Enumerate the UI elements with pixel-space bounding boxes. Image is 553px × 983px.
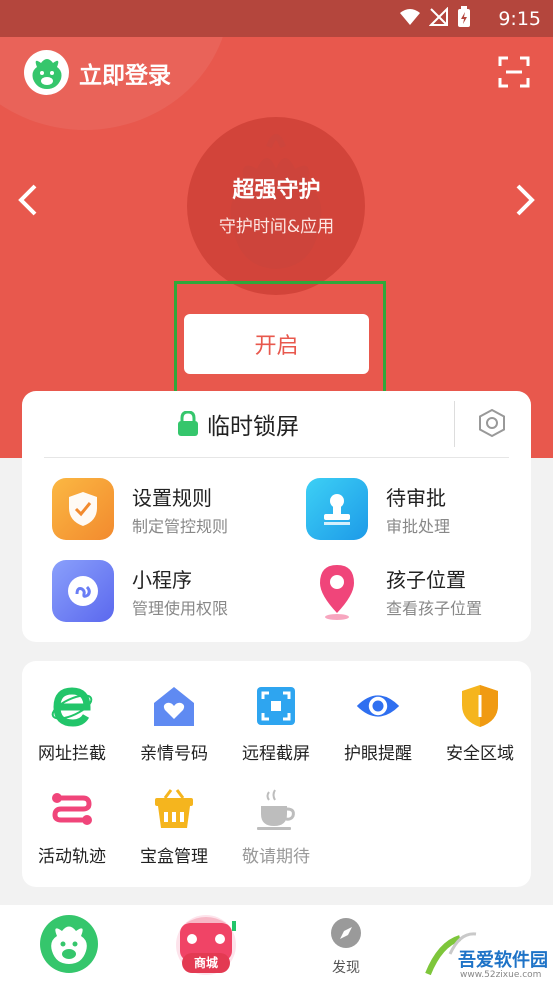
basket-icon xyxy=(151,786,197,832)
mall-label: 商城 xyxy=(182,953,230,973)
scan-button[interactable] xyxy=(498,56,530,88)
tool-activity-track[interactable]: 活动轨迹 xyxy=(22,786,122,876)
discover-label: 发现 xyxy=(332,960,360,976)
tool-url-block[interactable]: 网址拦截 xyxy=(22,683,122,773)
lock-settings-button[interactable] xyxy=(477,408,507,438)
lock-icon xyxy=(178,411,198,436)
hexagon-settings-icon xyxy=(479,408,505,438)
stamp-icon xyxy=(306,478,368,540)
track-icon xyxy=(49,786,95,832)
tool-label: 护眼提醒 xyxy=(344,744,412,764)
status-icons xyxy=(399,6,471,28)
battery-icon xyxy=(458,6,470,27)
avatar[interactable] xyxy=(24,50,69,95)
shield-icon xyxy=(457,683,503,729)
tool-eye-care[interactable]: 护眼提醒 xyxy=(328,683,428,773)
tool-label: 活动轨迹 xyxy=(38,847,106,867)
nav-discover-button[interactable]: 发现 xyxy=(318,917,374,977)
shield-check-icon xyxy=(52,478,114,540)
tool-safe-zone[interactable]: 安全区域 xyxy=(430,683,530,773)
mascot-icon xyxy=(32,58,61,89)
feature-title: 孩子位置 xyxy=(386,568,466,592)
feature-title: 小程序 xyxy=(132,568,192,592)
login-label[interactable]: 立即登录 xyxy=(79,56,171,90)
mascot-icon xyxy=(51,926,87,964)
hero-subtitle: 守护时间&应用 xyxy=(218,217,335,237)
screenshot-icon xyxy=(253,683,299,729)
hero-mascot-circle xyxy=(187,117,365,295)
feature-mini-program[interactable]: 小程序 管理使用权限 xyxy=(52,560,282,624)
browser-e-icon xyxy=(49,683,95,729)
mascot-silhouette-icon xyxy=(230,134,322,269)
tool-label: 远程截屏 xyxy=(242,744,310,764)
feature-title: 待审批 xyxy=(386,486,446,510)
feature-subtitle: 审批处理 xyxy=(386,517,451,536)
scan-icon xyxy=(498,56,530,88)
tool-label: 亲情号码 xyxy=(140,744,208,764)
compass-icon xyxy=(331,918,361,948)
feature-subtitle: 管理使用权限 xyxy=(132,599,229,618)
feature-subtitle: 查看孩子位置 xyxy=(386,599,483,618)
hero-title: 超强守护 xyxy=(232,178,321,203)
divider xyxy=(454,401,455,447)
nav-mall-button[interactable]: 商城 xyxy=(172,913,240,977)
location-pin-icon xyxy=(306,560,368,622)
tool-coming-soon: 敬请期待 xyxy=(226,786,326,876)
feature-child-location[interactable]: 孩子位置 查看孩子位置 xyxy=(306,560,536,624)
mini-program-icon xyxy=(52,560,114,622)
feature-pending-approval[interactable]: 待审批 审批处理 xyxy=(306,478,536,542)
wifi-icon xyxy=(400,9,420,25)
tool-label: 敬请期待 xyxy=(242,847,310,867)
feature-subtitle: 制定管控规则 xyxy=(132,517,229,536)
status-time: 9:15 xyxy=(498,8,541,30)
feature-set-rules[interactable]: 设置规则 制定管控规则 xyxy=(52,478,282,542)
coffee-icon xyxy=(253,786,299,832)
nav-home-button[interactable] xyxy=(40,915,98,973)
tool-box-manage[interactable]: 宝盒管理 xyxy=(124,786,224,876)
lock-card: 临时锁屏 设置规则 制定管控规则 待审批 审批处理 小程序 管理使用权限 孩子位 xyxy=(22,391,531,642)
tool-family-number[interactable]: 亲情号码 xyxy=(124,683,224,773)
watermark-url: www.52zixue.com xyxy=(460,970,542,980)
feature-title: 设置规则 xyxy=(132,486,212,510)
watermark-title: 吾爱软件园 xyxy=(458,950,548,971)
tool-remote-screenshot[interactable]: 远程截屏 xyxy=(226,683,326,773)
tools-card: 网址拦截 亲情号码 远程截屏 护眼提醒 安全区域 活动轨迹 宝盒管理 敬请期待 xyxy=(22,661,531,887)
temp-lock-button[interactable]: 临时锁屏 xyxy=(22,391,454,457)
status-bar: 9:15 xyxy=(0,0,553,37)
login-entry[interactable]: 立即登录 xyxy=(24,50,171,95)
home-heart-icon xyxy=(151,683,197,729)
enable-button[interactable]: 开启 xyxy=(184,314,369,374)
tool-label: 网址拦截 xyxy=(38,744,106,764)
no-signal-icon xyxy=(429,7,448,26)
divider xyxy=(44,457,509,458)
tool-label: 安全区域 xyxy=(446,744,514,764)
eye-icon xyxy=(355,683,401,729)
site-watermark: 吾爱软件园 www.52zixue.com xyxy=(420,918,553,983)
tool-label: 宝盒管理 xyxy=(140,847,208,867)
temp-lock-label: 临时锁屏 xyxy=(207,414,299,440)
